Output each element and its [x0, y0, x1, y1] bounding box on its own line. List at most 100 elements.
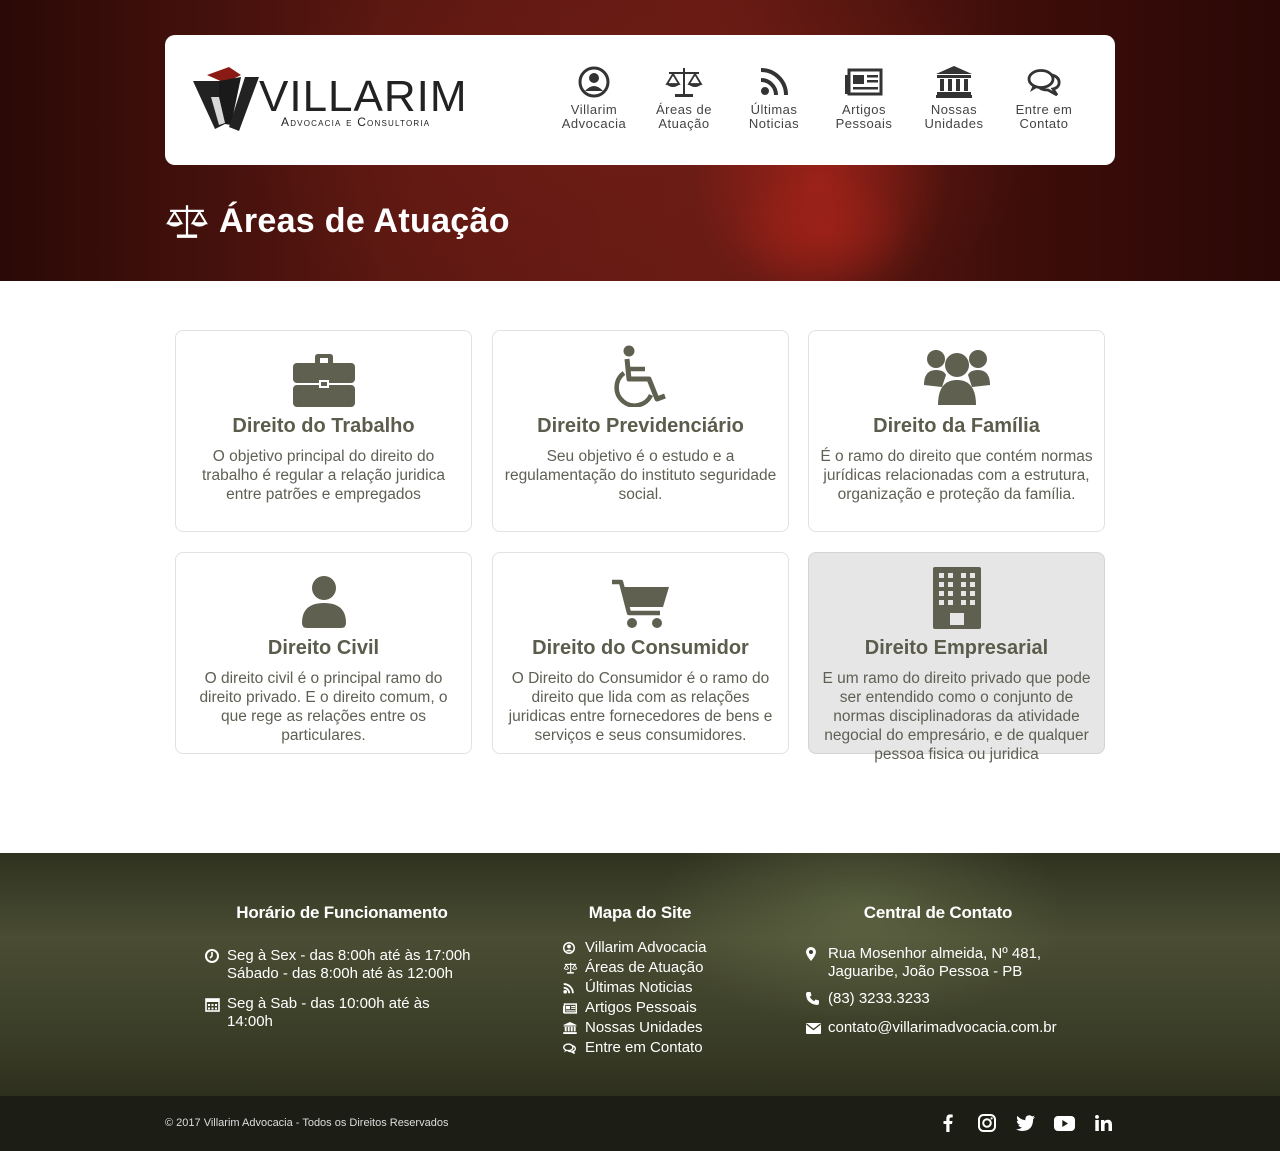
user-circle-icon: [549, 65, 639, 99]
nav-item-entre-em-contato[interactable]: Entre em Contato: [999, 65, 1089, 145]
sitemap-link-label: Nossas Unidades: [585, 1019, 703, 1036]
contact-email[interactable]: contato@villarimadvocacia.com.br: [806, 1019, 1070, 1039]
contact-phone[interactable]: (83) 3233.3233: [806, 990, 1070, 1010]
envelope-icon: [806, 1019, 828, 1039]
nav-item-villarim-advocacia[interactable]: Villarim Advocacia: [549, 65, 639, 145]
footer-contact-title: Central de Contato: [863, 903, 1013, 922]
main-nav: Villarim Advocacia Áreas de Atuação Últi…: [549, 65, 1089, 145]
user-circle-icon: [563, 939, 585, 959]
card-title: Direito Civil: [267, 637, 380, 659]
card-title: Direito Empresarial: [864, 637, 1049, 659]
chat-icon: [563, 1039, 585, 1059]
nav-item-areas-de-atuacao[interactable]: Áreas de Atuação: [639, 65, 729, 145]
card-text: O Direito do Consumidor é o ramo do dire…: [508, 670, 773, 744]
hours-line-2: Sábado - das 8:00h até às 12:00h: [227, 965, 454, 982]
page-title-text: Áreas de Atuação: [219, 201, 510, 240]
map-marker-icon: [806, 945, 828, 966]
building-icon: [819, 563, 1094, 629]
social-links: [928, 1110, 1123, 1136]
card-title: Direito do Trabalho: [232, 415, 415, 437]
newspaper-icon: [819, 65, 909, 99]
scales-icon: [563, 959, 585, 979]
nav-item-artigos-pessoais[interactable]: Artigos Pessoais: [819, 65, 909, 145]
page-title: Áreas de Atuação: [165, 196, 510, 246]
user-icon: [186, 563, 461, 629]
nav-label: Artigos Pessoais: [835, 102, 893, 131]
institution-icon: [563, 1019, 585, 1039]
footer-hours-title: Horário de Funcionamento: [236, 903, 448, 922]
card-direito-civil[interactable]: Direito Civil O direito civil é o princi…: [175, 552, 472, 754]
nav-item-ultimas-noticias[interactable]: Últimas Noticias: [729, 65, 819, 145]
nav-label: Entre em Contato: [1015, 102, 1073, 131]
twitter-icon[interactable]: [1006, 1110, 1045, 1136]
contact-address: Rua Mosenhor almeida, Nº 481, Jaguaribe,…: [806, 945, 1070, 981]
briefcase-icon: [186, 341, 461, 407]
nav-label: Últimas Noticias: [748, 102, 800, 131]
phone-icon: [806, 990, 828, 1010]
footer-sitemap-title: Mapa do Site: [588, 903, 692, 922]
contact-address-text: Rua Mosenhor almeida, Nº 481, Jaguaribe,…: [828, 945, 1042, 980]
card-direito-do-consumidor[interactable]: Direito do Consumidor O Direito do Consu…: [492, 552, 789, 754]
linkedin-icon[interactable]: [1084, 1110, 1123, 1136]
card-title: Direito do Consumidor: [532, 637, 749, 659]
youtube-icon[interactable]: [1045, 1110, 1084, 1136]
sitemap-link-entre-em-contato[interactable]: Entre em Contato: [563, 1039, 740, 1059]
sitemap-link-label: Áreas de Atuação: [585, 959, 704, 976]
nav-label: Villarim Advocacia: [561, 102, 627, 131]
bottom-bar: © 2017 Villarim Advocacia - Todos os Dir…: [0, 1096, 1280, 1151]
card-text: É o ramo do direito que contém normas ju…: [820, 448, 1093, 503]
group-icon: [819, 341, 1094, 407]
hours-weekday: Seg à Sex - das 8:00h até às 17:00h Sába…: [205, 947, 479, 983]
footer-sitemap: Mapa do Site Villarim Advocacia Áreas de…: [540, 903, 740, 1059]
chat-icon: [999, 65, 1089, 99]
footer-hours: Horário de Funcionamento Seg à Sex - das…: [205, 903, 479, 1031]
sitemap-link-label: Villarim Advocacia: [585, 939, 707, 956]
hours-line-3: Seg à Sab - das 10:00h até às 14:00h: [227, 995, 430, 1030]
card-title: Direito Previdenciário: [537, 415, 744, 437]
logo-tagline: Advocacia e Consultoria: [281, 115, 431, 129]
clock-icon: [205, 947, 227, 968]
card-text: O objetivo principal do direito do traba…: [202, 448, 445, 503]
contact-phone-text: (83) 3233.3233: [828, 990, 930, 1007]
card-direito-da-familia[interactable]: Direito da Família É o ramo do direito q…: [808, 330, 1105, 532]
cart-icon: [503, 563, 778, 629]
instagram-icon[interactable]: [967, 1110, 1006, 1136]
hero-banner: VILLARIM Advocacia e Consultoria Villari…: [0, 0, 1280, 281]
hours-special: Seg à Sab - das 10:00h até às 14:00h: [205, 995, 479, 1031]
footer-contact: Central de Contato Rua Mosenhor almeida,…: [806, 903, 1070, 1039]
sitemap-link-label: Artigos Pessoais: [585, 999, 697, 1016]
calendar-icon: [205, 995, 227, 1017]
hours-line-1: Seg à Sex - das 8:00h até às 17:00h: [227, 947, 471, 964]
nav-label: Áreas de Atuação: [655, 102, 713, 131]
card-direito-do-trabalho[interactable]: Direito do Trabalho O objetivo principal…: [175, 330, 472, 532]
sitemap-link-artigos-pessoais[interactable]: Artigos Pessoais: [563, 999, 740, 1019]
footer: Horário de Funcionamento Seg à Sex - das…: [0, 853, 1280, 1096]
card-text: O direito civil é o principal ramo do di…: [199, 670, 448, 744]
header-bar: VILLARIM Advocacia e Consultoria Villari…: [165, 35, 1115, 165]
rss-icon: [563, 979, 585, 999]
scales-icon: [166, 205, 208, 238]
sitemap-link-nossas-unidades[interactable]: Nossas Unidades: [563, 1019, 740, 1039]
sitemap-link-areas-de-atuacao[interactable]: Áreas de Atuação: [563, 959, 740, 979]
sitemap-link-ultimas-noticias[interactable]: Últimas Noticias: [563, 979, 740, 999]
newspaper-icon: [563, 999, 585, 1019]
card-direito-previdenciario[interactable]: Direito Previdenciário Seu objetivo é o …: [492, 330, 789, 532]
sitemap-link-label: Entre em Contato: [585, 1039, 703, 1056]
sitemap-link-villarim-advocacia[interactable]: Villarim Advocacia: [563, 939, 740, 959]
card-direito-empresarial[interactable]: Direito Empresarial E um ramo do direito…: [808, 552, 1105, 763]
copyright: © 2017 Villarim Advocacia - Todos os Dir…: [165, 1117, 449, 1129]
contact-email-text: contato@villarimadvocacia.com.br: [828, 1019, 1057, 1036]
card-text: Seu objetivo é o estudo e a regulamentaç…: [504, 448, 777, 503]
logo[interactable]: VILLARIM Advocacia e Consultoria: [189, 67, 499, 135]
card-title: Direito da Família: [873, 415, 1040, 437]
institution-icon: [909, 65, 999, 99]
facebook-icon[interactable]: [928, 1110, 967, 1136]
nav-item-nossas-unidades[interactable]: Nossas Unidades: [909, 65, 999, 145]
rss-icon: [729, 65, 819, 99]
scales-icon: [639, 65, 729, 99]
sitemap-link-label: Últimas Noticias: [585, 979, 693, 996]
card-text: E um ramo do direito privado que pode se…: [822, 670, 1091, 763]
logo-name: VILLARIM: [259, 72, 468, 121]
logo-mark-icon: [193, 67, 259, 131]
wheelchair-icon: [503, 341, 778, 407]
